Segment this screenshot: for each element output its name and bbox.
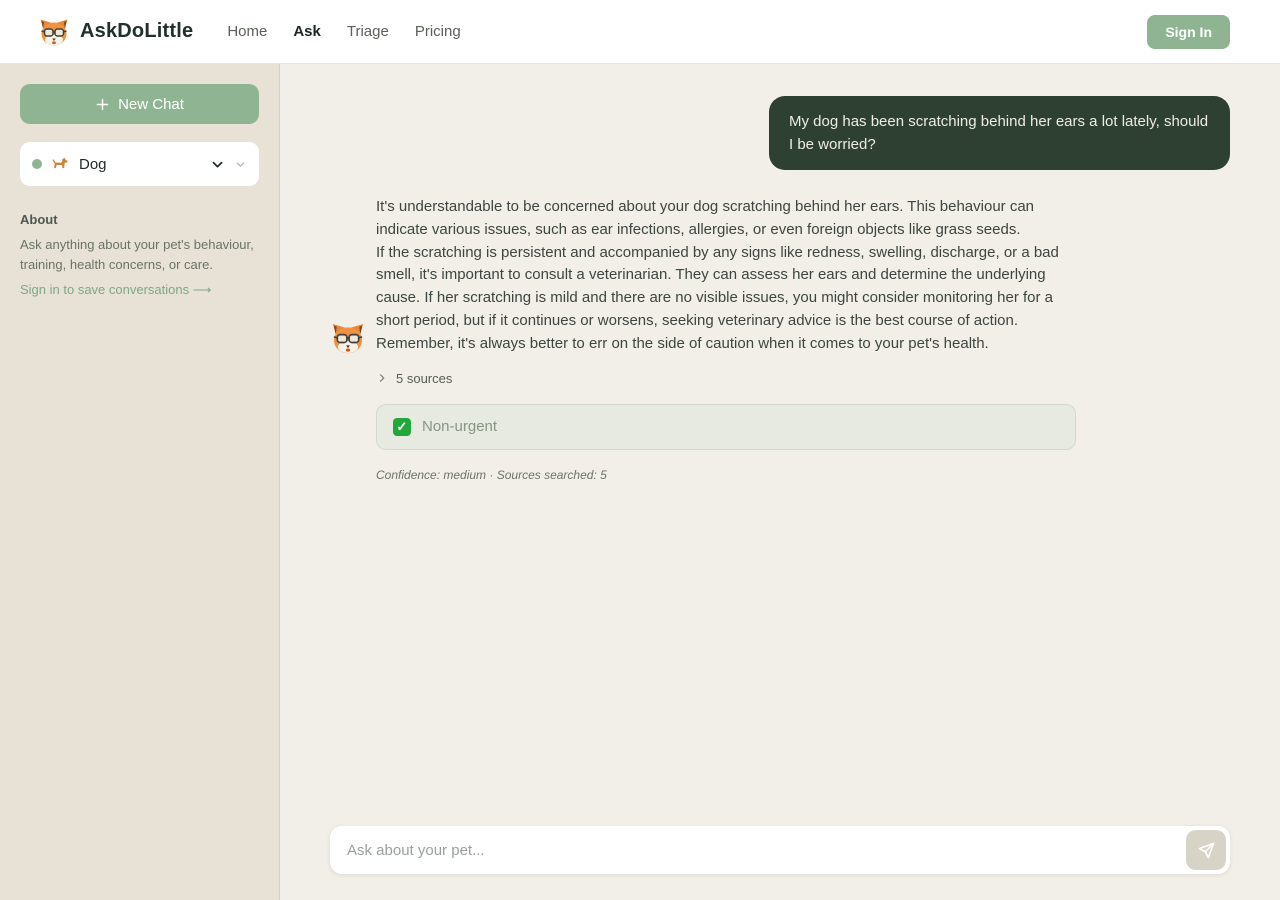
message-thread: My dog has been scratching behind her ea…	[330, 64, 1230, 482]
new-chat-label: New Chat	[118, 96, 184, 113]
plus-icon	[95, 97, 110, 112]
chevron-down-icon	[210, 157, 225, 172]
check-icon: ✓	[393, 418, 411, 436]
brand[interactable]: AskDoLittle	[38, 16, 193, 48]
header: AskDoLittle Home Ask Triage Pricing Sign…	[0, 0, 1280, 64]
confidence-meta: Confidence: medium · Sources searched: 5	[376, 468, 1230, 482]
assistant-fox-avatar	[330, 320, 366, 356]
chevron-down-native-icon	[234, 158, 247, 171]
fox-logo-icon	[38, 16, 70, 48]
composer	[330, 826, 1230, 874]
brand-name: AskDoLittle	[80, 20, 193, 43]
status-dot	[32, 159, 42, 169]
app-root: AskDoLittle Home Ask Triage Pricing Sign…	[0, 0, 1280, 900]
nav-triage[interactable]: Triage	[347, 23, 389, 40]
about-text: Ask anything about your pet's behaviour,…	[20, 235, 259, 275]
chat-main: My dog has been scratching behind her ea…	[280, 64, 1280, 900]
sign-in-link[interactable]: Sign in to save conversations ⟶	[20, 282, 211, 298]
assistant-message-row: It's understandable to be concerned abou…	[330, 196, 1230, 356]
nav-ask[interactable]: Ask	[293, 23, 321, 40]
main-nav: Home Ask Triage Pricing	[227, 23, 460, 40]
triage-result-card: ✓ Non-urgent	[376, 404, 1076, 450]
message-input[interactable]	[334, 842, 1186, 859]
new-chat-button[interactable]: New Chat	[20, 84, 259, 124]
about-title: About	[20, 212, 259, 227]
triage-label: Non-urgent	[422, 418, 497, 435]
nav-pricing[interactable]: Pricing	[415, 23, 461, 40]
sidebar: New Chat Dog About Ask anything about yo…	[0, 64, 280, 900]
send-button[interactable]	[1186, 830, 1226, 870]
chevron-right-icon	[376, 372, 388, 384]
assistant-message: It's understandable to be concerned abou…	[376, 196, 1068, 356]
species-selected-label: Dog	[79, 156, 107, 173]
content-area: New Chat Dog About Ask anything about yo…	[0, 64, 1280, 900]
user-message: My dog has been scratching behind her ea…	[769, 96, 1230, 170]
user-message-row: My dog has been scratching behind her ea…	[330, 96, 1230, 170]
species-selector[interactable]: Dog	[20, 142, 259, 186]
dog-icon	[51, 155, 70, 174]
sources-toggle[interactable]: 5 sources	[376, 371, 452, 386]
sources-label: 5 sources	[396, 371, 452, 386]
nav-home[interactable]: Home	[227, 23, 267, 40]
sign-in-button[interactable]: Sign In	[1147, 15, 1230, 49]
paper-plane-icon	[1197, 841, 1216, 860]
